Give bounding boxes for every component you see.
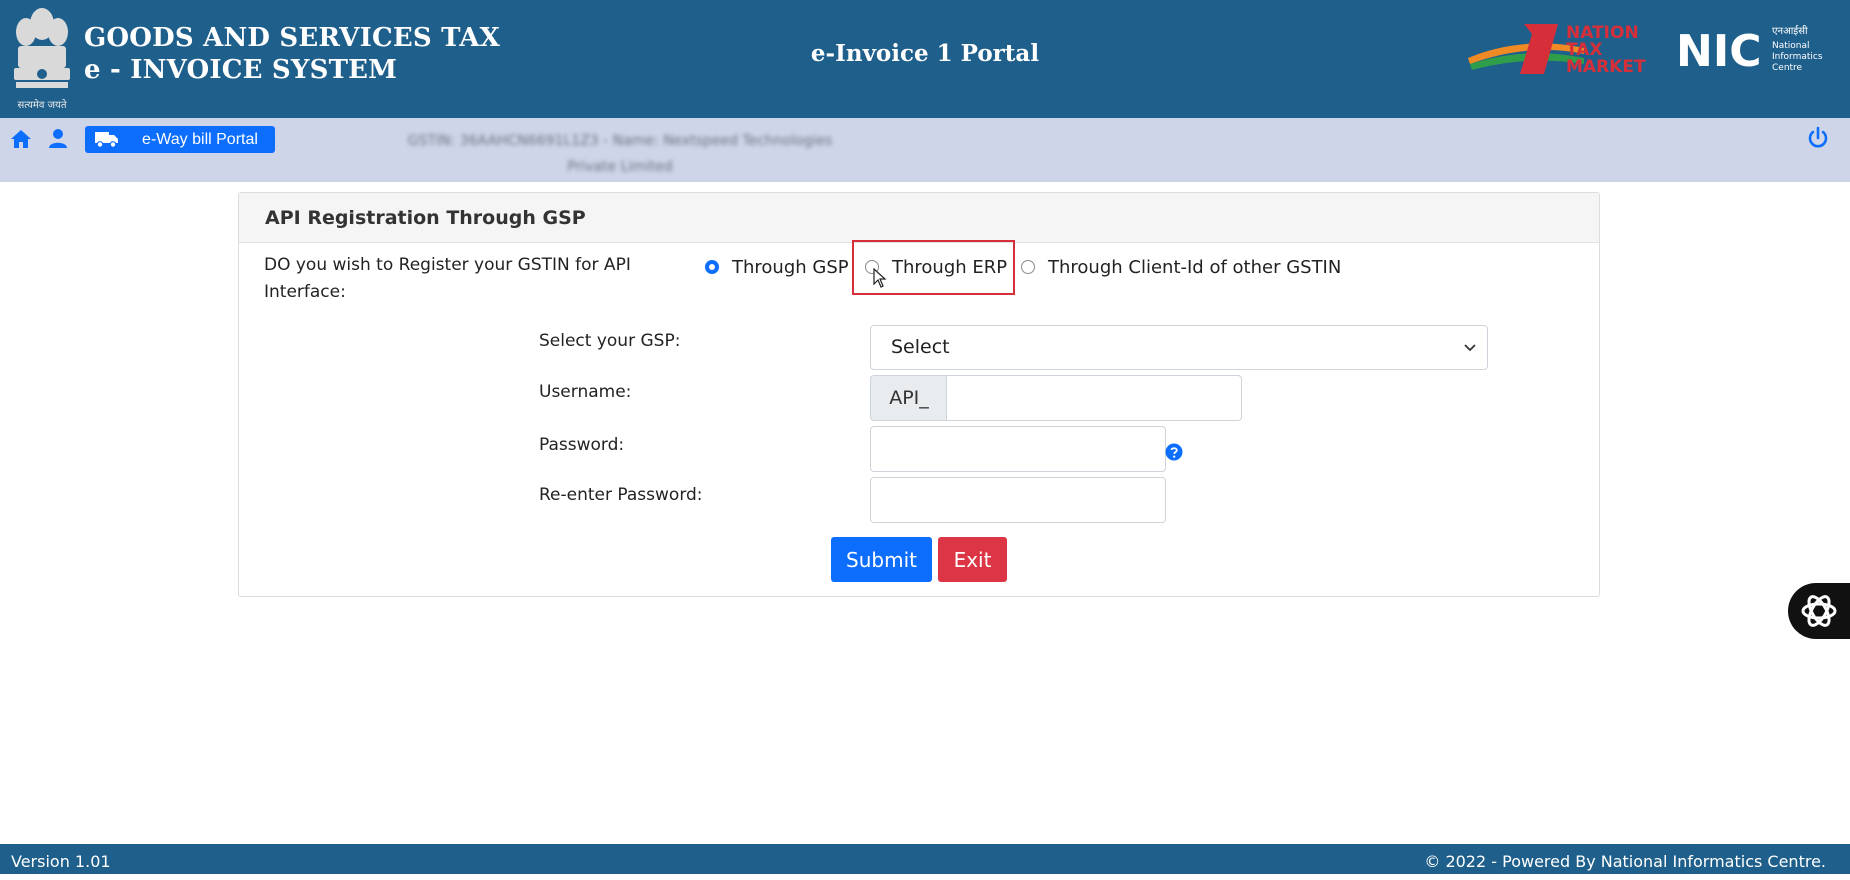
copyright-text: © 2022 - Powered By National Informatics…: [1424, 852, 1826, 871]
question-line1: DO you wish to Register your GSTIN for A…: [264, 255, 631, 275]
gsp-select[interactable]: Select: [870, 325, 1488, 370]
select-gsp-label: Select your GSP:: [539, 331, 681, 351]
app-footer: Version 1.01 © 2022 - Powered By Nationa…: [0, 844, 1850, 874]
help-icon[interactable]: [1165, 443, 1183, 461]
username-prefix: API_: [870, 375, 947, 421]
nation-tax-market-logo: NATION TAX MARKET: [1468, 23, 1646, 77]
radio-label-through-client-id[interactable]: Through Client-Id of other GSTIN: [1048, 256, 1341, 280]
gstin-info: GSTIN: 36AAHCN6691L1Z3 - Name: Nextspeed…: [340, 128, 900, 180]
ntm-line3: MARKET: [1566, 57, 1646, 77]
nic-logo: NIC एनआईसी National Informatics Centre: [1676, 25, 1823, 74]
home-icon[interactable]: [10, 128, 32, 150]
submit-button[interactable]: Submit: [831, 537, 932, 582]
eway-bill-portal-label: e-Way bill Portal: [142, 131, 258, 148]
user-icon[interactable]: [47, 128, 69, 150]
chatgpt-icon: [1801, 595, 1837, 627]
emblem-caption: सत्यमेव जयते: [17, 99, 66, 111]
username-label: Username:: [539, 382, 632, 402]
version-text: Version 1.01: [11, 852, 111, 871]
nic-logo-line3: Centre: [1772, 63, 1803, 73]
radio-through-client-id[interactable]: [1021, 260, 1035, 274]
password-label: Password:: [539, 435, 625, 455]
power-icon[interactable]: [1806, 126, 1830, 150]
card-title: API Registration Through GSP: [239, 193, 1599, 243]
exit-button[interactable]: Exit: [938, 537, 1007, 582]
registration-question: DO you wish to Register your GSTIN for A…: [264, 252, 664, 306]
nic-logo-line2: Informatics: [1772, 52, 1823, 62]
reenter-password-input[interactable]: [870, 477, 1166, 523]
radio-label-through-gsp[interactable]: Through GSP: [732, 256, 849, 280]
app-header: सत्यमेव जयते GOODS AND SERVICES TAX e - …: [0, 0, 1850, 118]
password-input[interactable]: [870, 426, 1166, 472]
floating-assistant-widget[interactable]: [1788, 583, 1850, 639]
radio-through-gsp[interactable]: [705, 260, 719, 274]
gsp-select-value: Select: [891, 336, 950, 358]
nic-logo-line1: National: [1772, 41, 1810, 51]
mouse-cursor-icon: [873, 268, 887, 288]
eway-bill-portal-button[interactable]: e-Way bill Portal: [85, 126, 275, 153]
nic-logo-hindi: एनआईसी: [1772, 25, 1808, 37]
gstin-info-line1: GSTIN: 36AAHCN6691L1Z3 - Name: Nextspeed…: [407, 133, 833, 149]
chevron-down-icon: [1464, 344, 1476, 352]
reenter-password-label: Re-enter Password:: [539, 485, 703, 505]
question-line2: Interface:: [264, 282, 346, 302]
nic-logo-mark: NIC: [1676, 26, 1762, 74]
sub-navigation-bar: [0, 118, 1850, 182]
truck-icon: [95, 132, 118, 148]
gstin-info-line2: Private Limited: [567, 159, 673, 175]
username-input[interactable]: [946, 375, 1242, 421]
